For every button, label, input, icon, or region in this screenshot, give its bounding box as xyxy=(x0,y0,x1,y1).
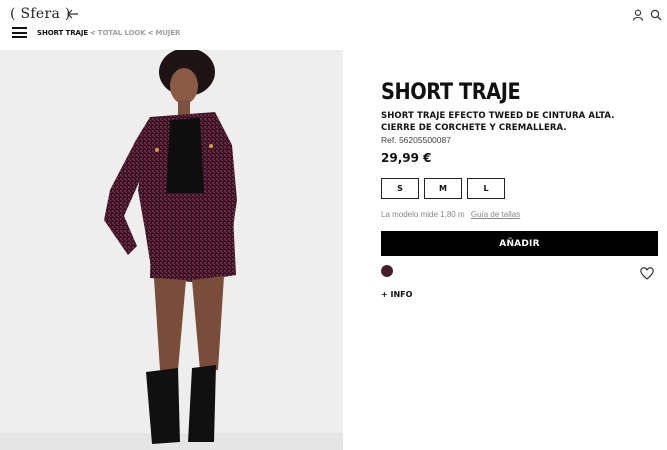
product-details: SHORT TRAJE SHORT TRAJE EFECTO TWEED DE … xyxy=(381,80,658,299)
product-ref: Ref. 56205500087 xyxy=(381,135,451,145)
breadcrumb-separator: < xyxy=(90,28,96,37)
breadcrumb-item-mujer[interactable]: MUJER xyxy=(155,29,180,37)
model-height-text: La modelo mide 1,80 m xyxy=(381,210,465,219)
size-button-s[interactable]: S xyxy=(381,178,419,199)
model-info: La modelo mide 1,80 m Guía de tallas xyxy=(381,210,520,219)
add-to-cart-button[interactable]: AÑADIR xyxy=(381,231,658,256)
search-icon[interactable] xyxy=(650,8,662,21)
user-icon[interactable] xyxy=(632,8,644,21)
product-title: SHORT TRAJE xyxy=(381,80,521,105)
product-price: 29,99 € xyxy=(381,151,432,165)
breadcrumb: SHORT TRAJE < TOTAL LOOK < MUJER xyxy=(37,29,180,37)
product-description: SHORT TRAJE EFECTO TWEED DE CINTURA ALTA… xyxy=(381,111,615,133)
product-image[interactable] xyxy=(0,50,343,450)
size-selector: S M L xyxy=(381,178,505,199)
size-guide-link[interactable]: Guía de tallas xyxy=(471,210,520,219)
more-info-link[interactable]: + INFO xyxy=(381,290,412,299)
size-button-l[interactable]: L xyxy=(467,178,505,199)
breadcrumb-item-current[interactable]: SHORT TRAJE xyxy=(37,29,88,37)
arrow-left-icon[interactable] xyxy=(67,9,79,19)
color-swatch[interactable] xyxy=(381,265,393,277)
breadcrumb-item-total-look[interactable]: TOTAL LOOK xyxy=(98,29,146,37)
breadcrumb-separator: < xyxy=(147,28,154,37)
menu-icon[interactable] xyxy=(12,27,27,38)
logo[interactable]: ( Sfera ) xyxy=(10,5,71,23)
heart-icon[interactable] xyxy=(640,267,654,280)
size-button-m[interactable]: M xyxy=(424,178,462,199)
logo-text: ( Sfera ) xyxy=(10,6,71,22)
